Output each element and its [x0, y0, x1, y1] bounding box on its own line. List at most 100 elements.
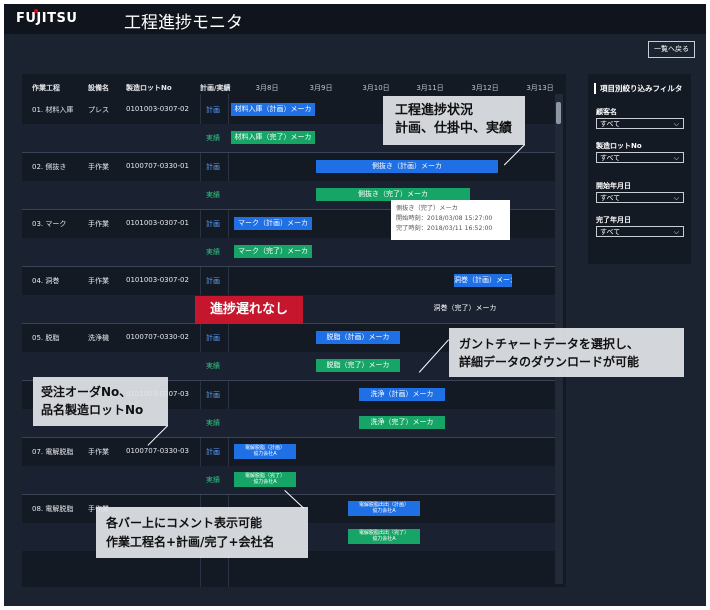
actual-bar[interactable]: 材料入庫（完了）メーカ	[231, 131, 315, 144]
plan-bar[interactable]: 側抜き（計画）メーカ	[316, 160, 498, 173]
equipment-name: プレス	[88, 106, 109, 114]
process-name: 03. マーク	[32, 220, 67, 228]
no-delay-label: 進捗遅れなし	[195, 296, 303, 324]
actual-bar[interactable]: 洞巻（完了）メーカ	[427, 302, 503, 315]
date-header: 3月11日	[416, 84, 444, 92]
tooltip-end: 完了時刻：2018/03/11 16:52:00	[396, 225, 493, 232]
callout-gantt-download: ガントチャートデータを選択し、 詳細データのダウンロードが可能	[449, 328, 684, 377]
equipment-name: 洗浄機	[88, 334, 109, 342]
actual-bar[interactable]: 電解脱脂出出（完了） 協力会社A	[348, 529, 420, 544]
callout-line: ガントチャートデータを選択し、	[459, 337, 639, 351]
lot-number: 0100707-0330-03	[126, 447, 189, 455]
filter-label-start-date: 開始年月日	[596, 182, 631, 190]
lot-select[interactable]: すべて ⌵	[596, 152, 684, 163]
plan-bar[interactable]: 脱脂（計画）メーカ	[316, 331, 400, 344]
bar-line-2: 協力会社A	[253, 479, 277, 485]
actual-bar[interactable]: 脱脂（完了）メーカ	[316, 359, 400, 372]
back-to-list-button[interactable]: 一覧へ戻る	[648, 41, 695, 58]
lot-number: 0101003-0307-02	[126, 276, 189, 284]
date-header: 3月12日	[471, 84, 499, 92]
bar-tooltip: 側抜き（完了）メーカ 開始時刻：2018/03/08 15:27:00 完了時刻…	[391, 200, 510, 240]
select-value: すべて	[600, 120, 621, 128]
chevron-down-icon: ⌵	[673, 228, 679, 236]
select-value: すべて	[600, 228, 621, 236]
start-date-select[interactable]: すべて ⌵	[596, 192, 684, 203]
filter-label-end-date: 完了年月日	[596, 216, 631, 224]
date-header: 3月9日	[309, 84, 333, 92]
process-name: 05. 脱脂	[32, 334, 60, 342]
lot-number: 0100707-0330-02	[126, 333, 189, 341]
process-name: 07. 電解脱脂	[32, 448, 74, 456]
callout-line: 各バー上にコメント表示可能	[106, 516, 263, 530]
callout-line: 品名製造ロットNo	[41, 403, 144, 417]
bar-line-2: 協力会社A	[372, 508, 396, 514]
lot-number: 0101003-0307-02	[126, 105, 189, 113]
callout-line: 作業工程名+計画/完了+会社名	[106, 535, 275, 549]
col-header-plan-actual: 計画/実績	[200, 84, 231, 92]
logo-mark-icon	[34, 9, 38, 13]
customer-select[interactable]: すべて ⌵	[596, 118, 684, 129]
plan-bar[interactable]: 洗浄（計画）メーカ	[359, 388, 445, 401]
callout-line: 工程進捗状況	[395, 103, 474, 118]
filter-label-customer: 顧客名	[596, 108, 617, 116]
equipment-name: 手作業	[88, 163, 109, 171]
col-header-process: 作業工程	[32, 84, 60, 92]
plan-bar[interactable]: 電解脱脂出出（計画） 協力会社A	[348, 501, 420, 516]
actual-label: 実績	[206, 191, 220, 199]
plan-label: 計画	[206, 106, 220, 114]
col-header-equipment: 設備名	[88, 84, 109, 92]
process-name: 04. 洞巻	[32, 277, 60, 285]
equipment-name: 手作業	[88, 220, 109, 228]
plan-bar[interactable]: 材料入庫（計画）メーカ	[231, 103, 315, 116]
plan-bar[interactable]: 洞巻（計画）メーカ	[454, 274, 512, 287]
table-row: 07. 電解脱脂 手作業 0100707-0330-03 計画 実績 電解脱脂（…	[22, 438, 555, 495]
plan-label: 計画	[206, 334, 220, 342]
bar-line-2: 協力会社A	[253, 451, 277, 457]
actual-label: 実績	[206, 362, 220, 370]
plan-label: 計画	[206, 277, 220, 285]
plan-label: 計画	[206, 448, 220, 456]
callout-line: 計画、仕掛中、実績	[395, 121, 513, 136]
actual-bar[interactable]: マーク（完了）メーカ	[234, 245, 312, 258]
actual-bar[interactable]: 洗浄（完了）メーカ	[359, 416, 445, 429]
chevron-down-icon: ⌵	[673, 154, 679, 162]
date-header: 3月13日	[526, 84, 554, 92]
equipment-name: 手作業	[88, 448, 109, 456]
filter-panel: 項目別絞り込みフィルタ 顧客名 すべて ⌵ 製造ロットNo すべて ⌵ 開始年月日 …	[588, 74, 691, 264]
tooltip-title: 側抜き（完了）メーカ	[396, 205, 458, 212]
plan-bar[interactable]: 電解脱脂（計画） 協力会社A	[234, 444, 296, 459]
filter-title: 項目別絞り込みフィルタ	[594, 83, 682, 94]
callout-line: 詳細データのダウンロードが可能	[459, 355, 640, 369]
page-title: 工程進捗モニタ	[124, 13, 243, 33]
lot-number: 0101003-0307-01	[126, 219, 189, 227]
actual-bar[interactable]: 電解脱脂（完了） 協力会社A	[234, 472, 296, 487]
scrollbar-thumb[interactable]	[556, 102, 561, 124]
select-value: すべて	[600, 154, 621, 162]
date-header: 3月8日	[255, 84, 279, 92]
process-name: 08. 電解脱脂	[32, 505, 74, 513]
chevron-down-icon: ⌵	[673, 120, 679, 128]
plan-label: 計画	[206, 391, 220, 399]
actual-label: 実績	[206, 134, 220, 142]
callout-bar-comment: 各バー上にコメント表示可能 作業工程名+計画/完了+会社名	[96, 507, 308, 558]
plan-label: 計画	[206, 163, 220, 171]
lot-number: 0100707-0330-01	[126, 162, 189, 170]
process-name: 01. 材料入庫	[32, 106, 74, 114]
callout-progress-status: 工程進捗状況 計画、仕掛中、実績	[383, 96, 525, 145]
process-name: 02. 側抜き	[32, 163, 67, 171]
end-date-select[interactable]: すべて ⌵	[596, 226, 684, 237]
chevron-down-icon: ⌵	[673, 194, 679, 202]
plan-label: 計画	[206, 220, 220, 228]
col-header-lot: 製造ロットNo	[126, 84, 172, 92]
bar-line-2: 協力会社A	[372, 536, 396, 542]
app-header: FUJITSU 工程進捗モニタ	[4, 4, 706, 34]
select-value: すべて	[600, 194, 621, 202]
callout-line: 受注オーダNo、	[41, 385, 132, 399]
plan-bar[interactable]: マーク（計画）メーカ	[234, 217, 312, 230]
actual-label: 実績	[206, 248, 220, 256]
equipment-name: 手作業	[88, 277, 109, 285]
callout-order-lot: 受注オーダNo、 品名製造ロットNo	[33, 377, 168, 426]
fujitsu-logo: FUJITSU	[16, 11, 78, 26]
filter-label-lot: 製造ロットNo	[596, 142, 642, 150]
date-header: 3月10日	[362, 84, 390, 92]
